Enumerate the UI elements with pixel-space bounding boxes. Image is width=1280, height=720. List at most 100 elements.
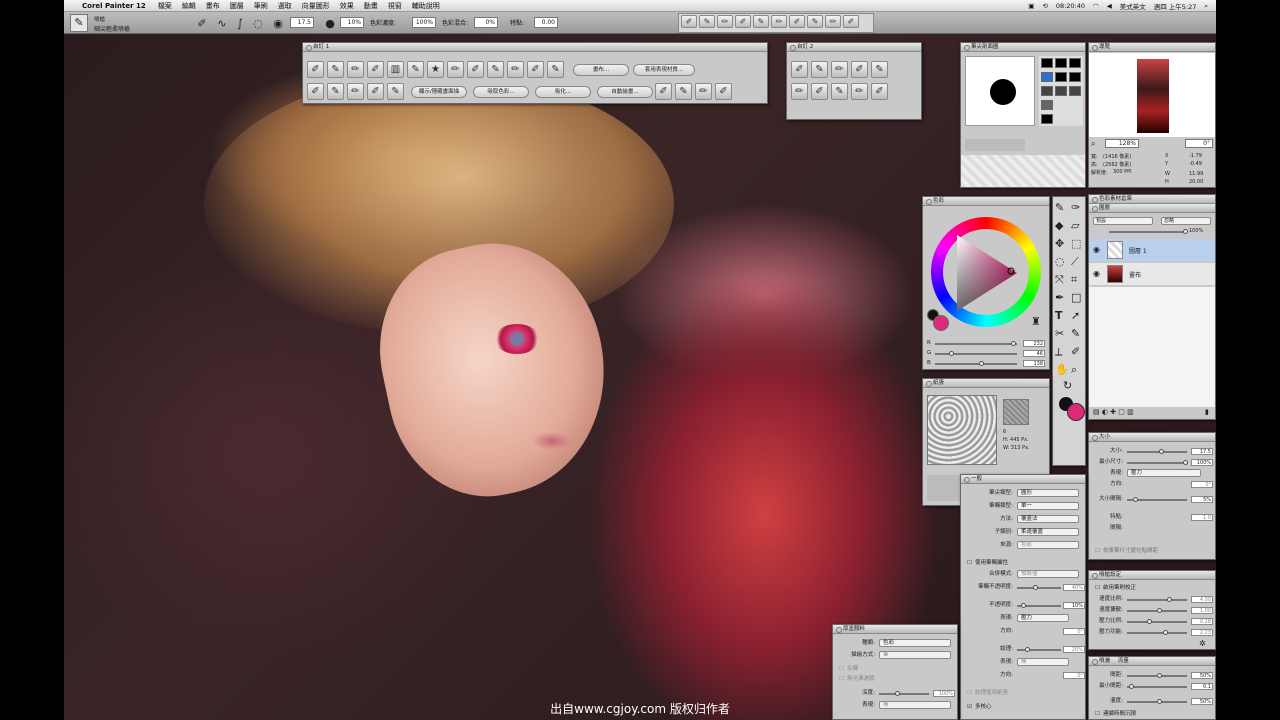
color-panel-title[interactable]: 色彩 (923, 197, 1049, 206)
brush-selector-icon[interactable]: ✎ (70, 14, 88, 32)
profile-icon[interactable] (1055, 86, 1067, 96)
size-dir-value[interactable]: 0° (1191, 481, 1213, 488)
spacing-by-size-checkbox[interactable]: ☐ (1095, 547, 1100, 556)
brush-icon[interactable]: ✐ (811, 83, 828, 100)
recent-brush-icon[interactable]: ✎ (699, 15, 715, 28)
dab-profile-title[interactable]: 筆尖剖面圖 (961, 43, 1085, 52)
transform-icon[interactable]: ⤧ (1055, 273, 1064, 287)
brush-icon[interactable]: ✐ (467, 61, 484, 78)
profile-icon[interactable] (1041, 86, 1053, 96)
airbrush-panel-title[interactable]: 噴槍設定 (1089, 571, 1215, 580)
mirror-icon[interactable]: ⟂ (1055, 345, 1062, 359)
size-step-slider[interactable] (1127, 497, 1187, 502)
stroke-opacity-value[interactable]: 40% (1063, 584, 1085, 591)
menu-movie[interactable]: 動畫 (364, 1, 378, 11)
menu-file[interactable]: 檔案 (158, 1, 172, 11)
min-size-slider[interactable] (1127, 460, 1188, 465)
brush-icon[interactable]: ✐ (307, 61, 324, 78)
navigator-preview[interactable] (1089, 53, 1215, 137)
foreground-color-icon[interactable] (1067, 403, 1085, 421)
brush-icon[interactable]: ✎ (547, 61, 564, 78)
spacing-value[interactable]: 50% (1191, 672, 1213, 679)
apply-texture-button[interactable]: 套用表現材質... (633, 64, 695, 76)
velocity-power-slider[interactable] (1127, 608, 1187, 613)
paper-panel-title[interactable]: 紙張 (923, 379, 1049, 388)
recent-brush-icon[interactable]: ✏ (825, 15, 841, 28)
pressure-scale-slider[interactable] (1127, 619, 1187, 624)
stroke-attr-checkbox[interactable]: ☐ (967, 559, 972, 568)
paint-bucket-icon[interactable]: ◆ (1055, 219, 1063, 232)
eye-icon[interactable]: ◉ (1093, 269, 1100, 278)
paper-preview[interactable] (927, 395, 997, 465)
brush-icon[interactable]: ✎ (387, 83, 404, 100)
min-spacing-value[interactable]: 0.1 (1191, 683, 1213, 690)
merge-mode-select[interactable]: 預設值 (1017, 570, 1079, 578)
brush-tool-icon[interactable]: ✎ (1055, 201, 1064, 214)
color-variability-field[interactable]: 100% (412, 17, 436, 28)
paper-grain-checkbox[interactable]: ☐ (967, 689, 972, 698)
color-library-tab[interactable]: 色彩素材倉庫 (1089, 195, 1215, 204)
brush-icon[interactable]: ✎ (327, 83, 344, 100)
zoom-field[interactable]: 128% (1105, 139, 1139, 148)
brush-icon[interactable]: ✏ (347, 61, 364, 78)
grain-slider[interactable] (1017, 647, 1061, 652)
brush-icon[interactable]: ✐ (367, 61, 384, 78)
size-value[interactable]: 17.5 (1191, 448, 1213, 455)
opacity-dir-value[interactable]: 0° (1063, 628, 1085, 635)
profile-icon[interactable] (1055, 58, 1067, 68)
rect-shape-icon[interactable]: □ (1071, 291, 1081, 304)
menu-effects[interactable]: 效果 (340, 1, 354, 11)
text-tool-icon[interactable]: T (1055, 309, 1063, 322)
draw-to-select[interactable]: 色彩 (879, 639, 951, 647)
shape-select-icon[interactable]: ➚ (1071, 309, 1080, 322)
profile-icon[interactable] (1041, 58, 1053, 68)
recent-brush-icon[interactable]: ✏ (771, 15, 787, 28)
airbrush-tool-icon[interactable]: ✐ (194, 15, 210, 31)
blue-value[interactable]: 138 (1023, 360, 1045, 367)
grain-dir-value[interactable]: 0° (1063, 672, 1085, 679)
spacing-slider[interactable] (1127, 673, 1187, 678)
canvas-button[interactable]: 畫布... (573, 64, 629, 76)
brush-icon[interactable]: ★ (427, 61, 444, 78)
magic-wand-icon[interactable]: ⟋ (1071, 255, 1079, 269)
blend-mode-select[interactable]: 預設 (1093, 217, 1153, 225)
brush-icon[interactable]: ✐ (851, 61, 868, 78)
stroke-opacity-slider[interactable] (1017, 585, 1061, 590)
color-dropper-icon[interactable]: ♜ (1031, 315, 1041, 328)
general-panel-title[interactable]: 一般 (961, 475, 1085, 484)
saturation-triangle[interactable] (951, 231, 1023, 315)
ime-label[interactable]: 美式英文 (1120, 1, 1146, 11)
recent-brush-icon[interactable]: ✏ (717, 15, 733, 28)
lasso-icon[interactable]: ◌ (1055, 255, 1065, 268)
method-select[interactable]: 覆蓋法 (1017, 515, 1079, 523)
brush-variant[interactable]: 細尖輕柔噴槍 (94, 24, 130, 33)
eraser-tool-icon[interactable]: ▱ (1071, 219, 1079, 232)
app-name[interactable]: Corel Painter 12 (82, 2, 146, 10)
layer-adjuster-icon[interactable]: ✥ (1055, 237, 1064, 250)
menu-shapes[interactable]: 向量圖形 (302, 1, 330, 11)
feature-value[interactable]: 1.0 (1191, 514, 1213, 521)
brush-icon[interactable]: ✏ (507, 61, 524, 78)
grain-expr-select[interactable]: 無 (1017, 658, 1069, 666)
stroke-curve-icon[interactable]: ◌ (250, 15, 266, 31)
recent-brush-icon[interactable]: ✎ (807, 15, 823, 28)
brush-icon[interactable]: ✎ (831, 83, 848, 100)
dropper-tool-icon[interactable]: ✑ (1071, 201, 1080, 214)
brush-icon[interactable]: ✎ (407, 61, 424, 78)
source-select[interactable]: 色彩 (1017, 541, 1079, 549)
min-spacing-slider[interactable] (1127, 684, 1187, 689)
profile-icon[interactable] (1041, 100, 1053, 110)
layer-row-1[interactable]: ◉ 圖層 1 (1089, 239, 1215, 261)
profile-icon[interactable] (1069, 72, 1081, 82)
pen-tool-icon[interactable]: ✒ (1055, 291, 1064, 304)
menu-brushes[interactable]: 筆刷 (254, 1, 268, 11)
brush-icon[interactable]: ✎ (871, 61, 888, 78)
velocity-scale-slider[interactable] (1127, 597, 1187, 602)
red-slider[interactable] (935, 341, 1017, 346)
brush-icon[interactable]: ▥ (387, 61, 404, 78)
profile-icon[interactable] (1069, 58, 1081, 68)
green-value[interactable]: 46 (1023, 350, 1045, 357)
layer-opacity-slider[interactable] (1109, 229, 1188, 234)
stroke-type-select[interactable]: 單一 (1017, 502, 1079, 510)
layer-actions-icon[interactable]: ▤ ◐ ✚ ▢ ▥ (1093, 408, 1134, 416)
